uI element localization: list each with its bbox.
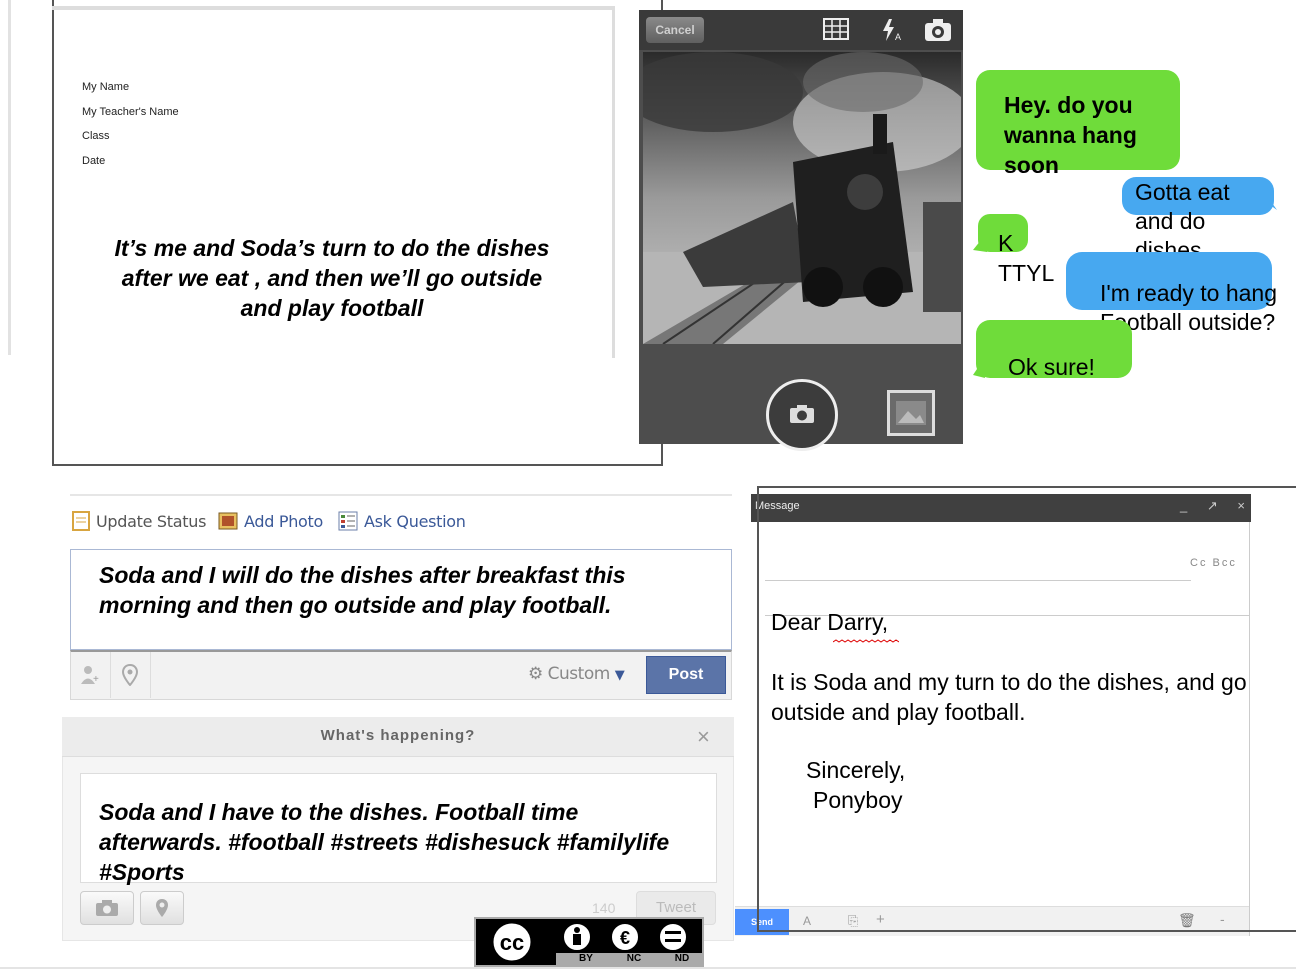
- tab-label: Ask Question: [364, 511, 466, 531]
- document-page-edge-top: [52, 6, 615, 10]
- camera-cancel-button[interactable]: Cancel: [646, 17, 704, 43]
- status-text: Soda and I will do the dishes after brea…: [99, 562, 626, 618]
- facebook-divider: [70, 494, 732, 496]
- note-icon: [72, 511, 90, 531]
- doc-field-teacher: My Teacher's Name: [82, 106, 179, 118]
- document-body-text: It’s me and Soda’s turn to do the dishes…: [114, 235, 550, 321]
- tab-label: Add Photo: [244, 511, 324, 531]
- license-labels: BY NC ND: [562, 953, 708, 965]
- message-bubble-received: Hey. do you wanna hang soon: [976, 70, 1180, 178]
- svg-text:cc: cc: [500, 930, 524, 955]
- page-bottom-edge: [0, 967, 1296, 969]
- camera-preview-photo: [643, 52, 961, 344]
- grid-icon[interactable]: [823, 18, 849, 42]
- message-bubble-received: Ok sure!: [976, 320, 1132, 380]
- location-pin-icon: [156, 899, 168, 917]
- doc-field-name: My Name: [82, 81, 130, 93]
- doc-field-date: Date: [82, 155, 106, 167]
- document-page-edge-right: [612, 8, 615, 358]
- message-text: K TTYL: [998, 230, 1055, 286]
- add-photo-button[interactable]: [80, 891, 134, 925]
- license-by-label: BY: [579, 953, 593, 964]
- privacy-dropdown[interactable]: ⚙ Custom ▼: [528, 664, 625, 684]
- tweet-text: Soda and I have to the dishes. Football …: [99, 799, 670, 885]
- doc-field-class: Class: [82, 130, 110, 142]
- camera-icon: [96, 900, 118, 916]
- flash-auto-icon[interactable]: A: [879, 18, 905, 42]
- license-nd-label: ND: [674, 953, 690, 964]
- tag-people-icon[interactable]: +: [80, 664, 100, 691]
- tab-update-status[interactable]: Update Status: [72, 510, 206, 532]
- gallery-thumbnail-button[interactable]: [887, 390, 935, 436]
- switch-camera-icon[interactable]: [924, 18, 951, 42]
- tab-add-photo[interactable]: Add Photo: [218, 510, 323, 532]
- character-count: 140: [592, 900, 616, 916]
- svg-text:+: +: [93, 674, 99, 685]
- camera-app: Cancel A: [639, 10, 963, 451]
- svg-text:€: €: [620, 928, 630, 948]
- close-icon[interactable]: ×: [697, 724, 710, 750]
- license-nc-label: NC: [626, 953, 642, 964]
- toolbar-divider: [110, 652, 111, 698]
- status-toolbar: [70, 650, 732, 700]
- toolbar-divider: [150, 652, 151, 698]
- tab-label: Update Status: [96, 511, 207, 531]
- photo-icon: [218, 512, 238, 530]
- page-edge-line: [8, 0, 11, 355]
- email-panel-frame: [757, 486, 1296, 932]
- tab-ask-question[interactable]: Ask Question: [338, 510, 466, 532]
- question-list-icon: [338, 511, 358, 531]
- shutter-button[interactable]: [766, 379, 838, 451]
- message-text: Hey. do you wanna hang soon: [1004, 92, 1137, 178]
- add-location-button[interactable]: [140, 891, 184, 925]
- caret-down-icon: ▼: [614, 668, 625, 683]
- tweet-dialog-title: What's happening?: [320, 727, 476, 744]
- creative-commons-badge: cc € BY NC ND: [474, 917, 704, 967]
- privacy-label: Custom: [547, 664, 611, 684]
- svg-text:A: A: [895, 32, 901, 42]
- post-button[interactable]: Post: [646, 656, 726, 694]
- location-pin-icon[interactable]: [121, 663, 139, 691]
- message-text: Ok sure!: [1008, 354, 1095, 380]
- gear-icon: ⚙: [528, 664, 543, 684]
